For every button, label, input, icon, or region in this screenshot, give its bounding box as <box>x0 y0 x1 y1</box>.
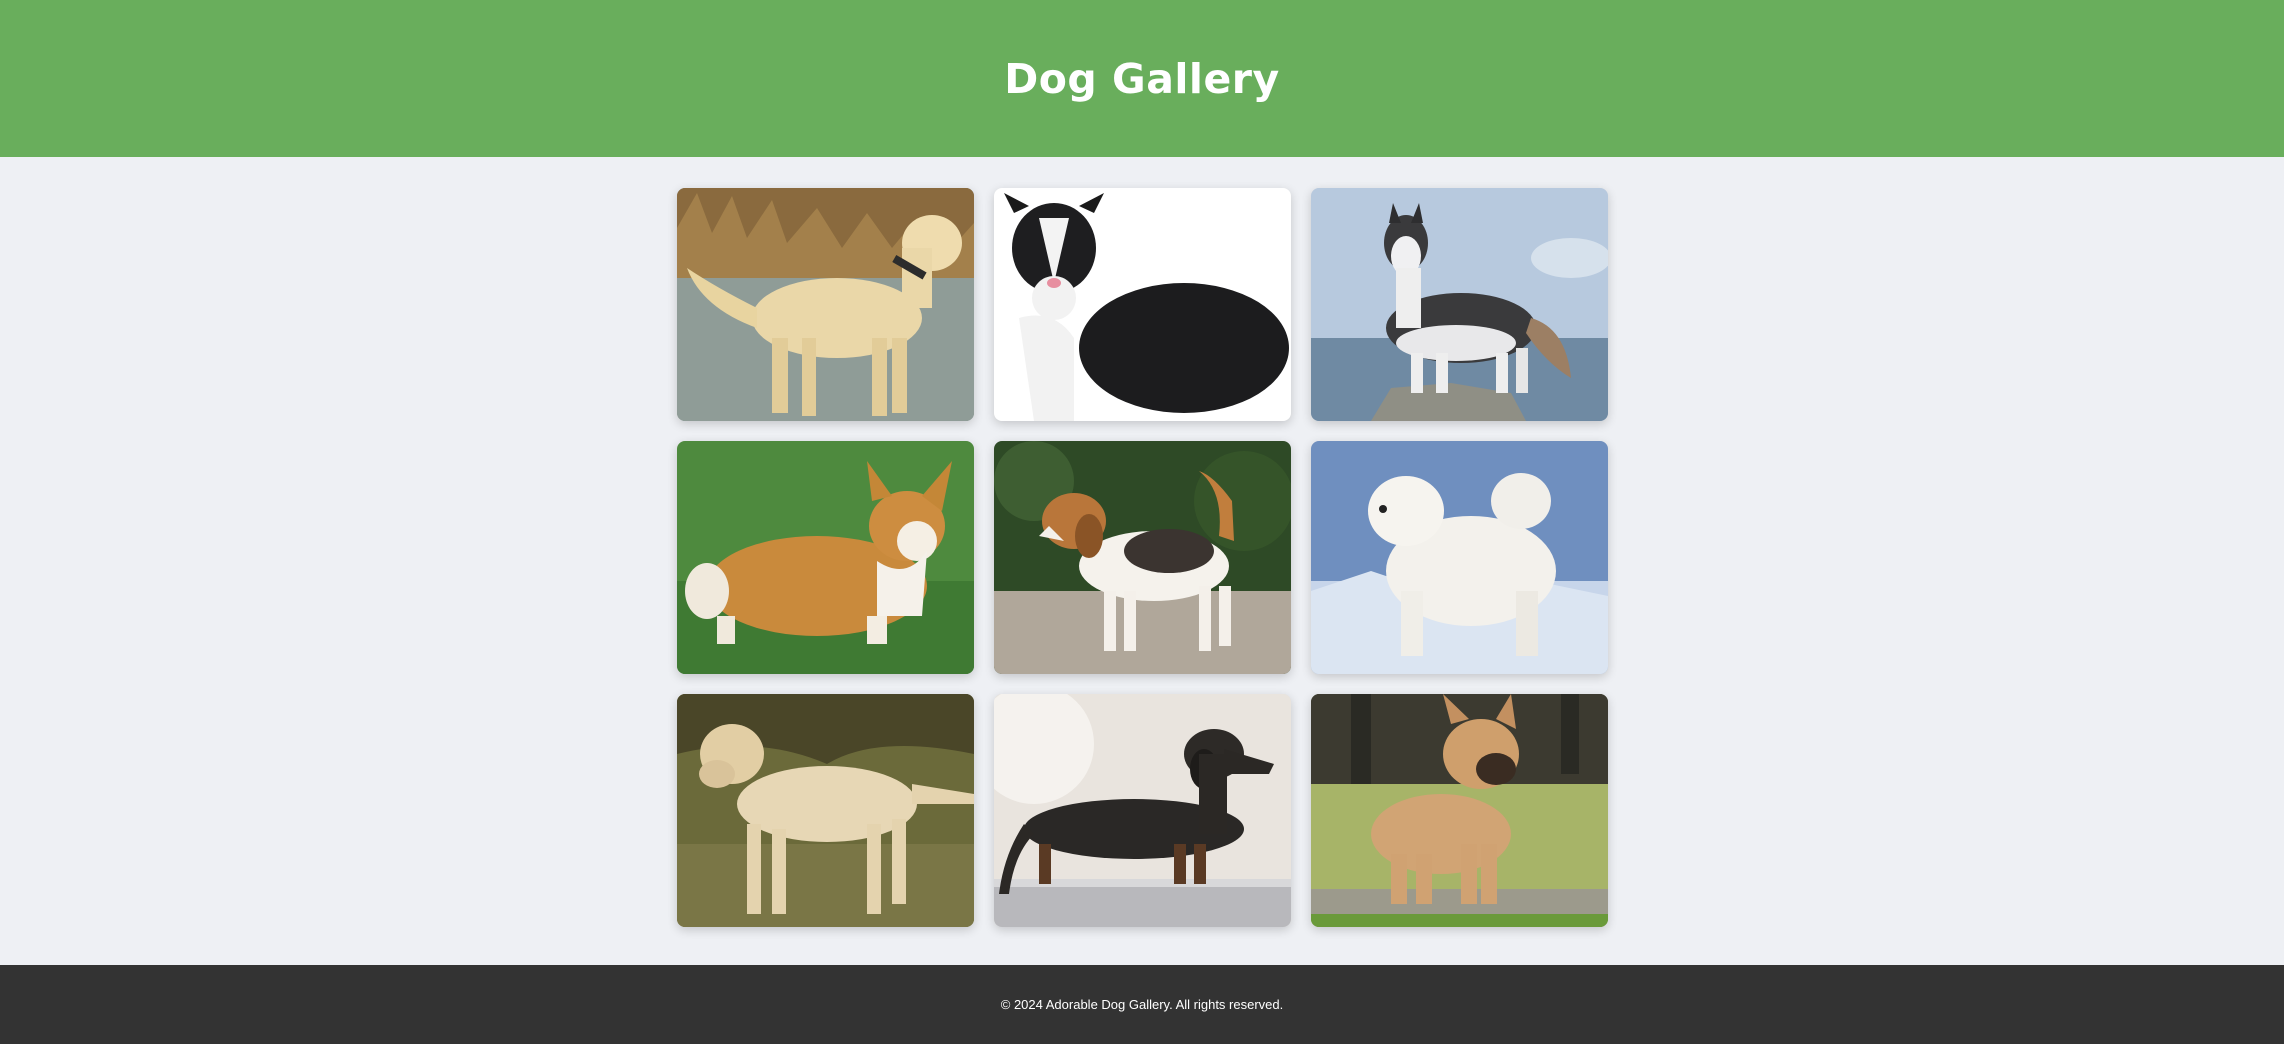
gallery-image-golden-retriever[interactable] <box>677 188 974 421</box>
gallery-image-french-bulldog[interactable] <box>1311 694 1608 927</box>
gallery-image-dachshund[interactable] <box>994 694 1291 927</box>
copyright-text: © 2024 Adorable Dog Gallery. All rights … <box>1000 997 1284 1012</box>
gallery-image-siberian-husky[interactable] <box>1311 188 1608 421</box>
gallery-image-labrador[interactable] <box>677 694 974 927</box>
site-footer: © 2024 Adorable Dog Gallery. All rights … <box>0 965 2284 1044</box>
gallery-image-beagle[interactable] <box>994 441 1291 674</box>
gallery-image-border-collie[interactable] <box>994 188 1291 421</box>
gallery-image-corgi[interactable] <box>677 441 974 674</box>
gallery-image-samoyed[interactable] <box>1311 441 1608 674</box>
site-header: Dog Gallery <box>0 0 2284 157</box>
dog-gallery-grid <box>677 188 1610 927</box>
page-title: Dog Gallery <box>1004 54 1280 103</box>
